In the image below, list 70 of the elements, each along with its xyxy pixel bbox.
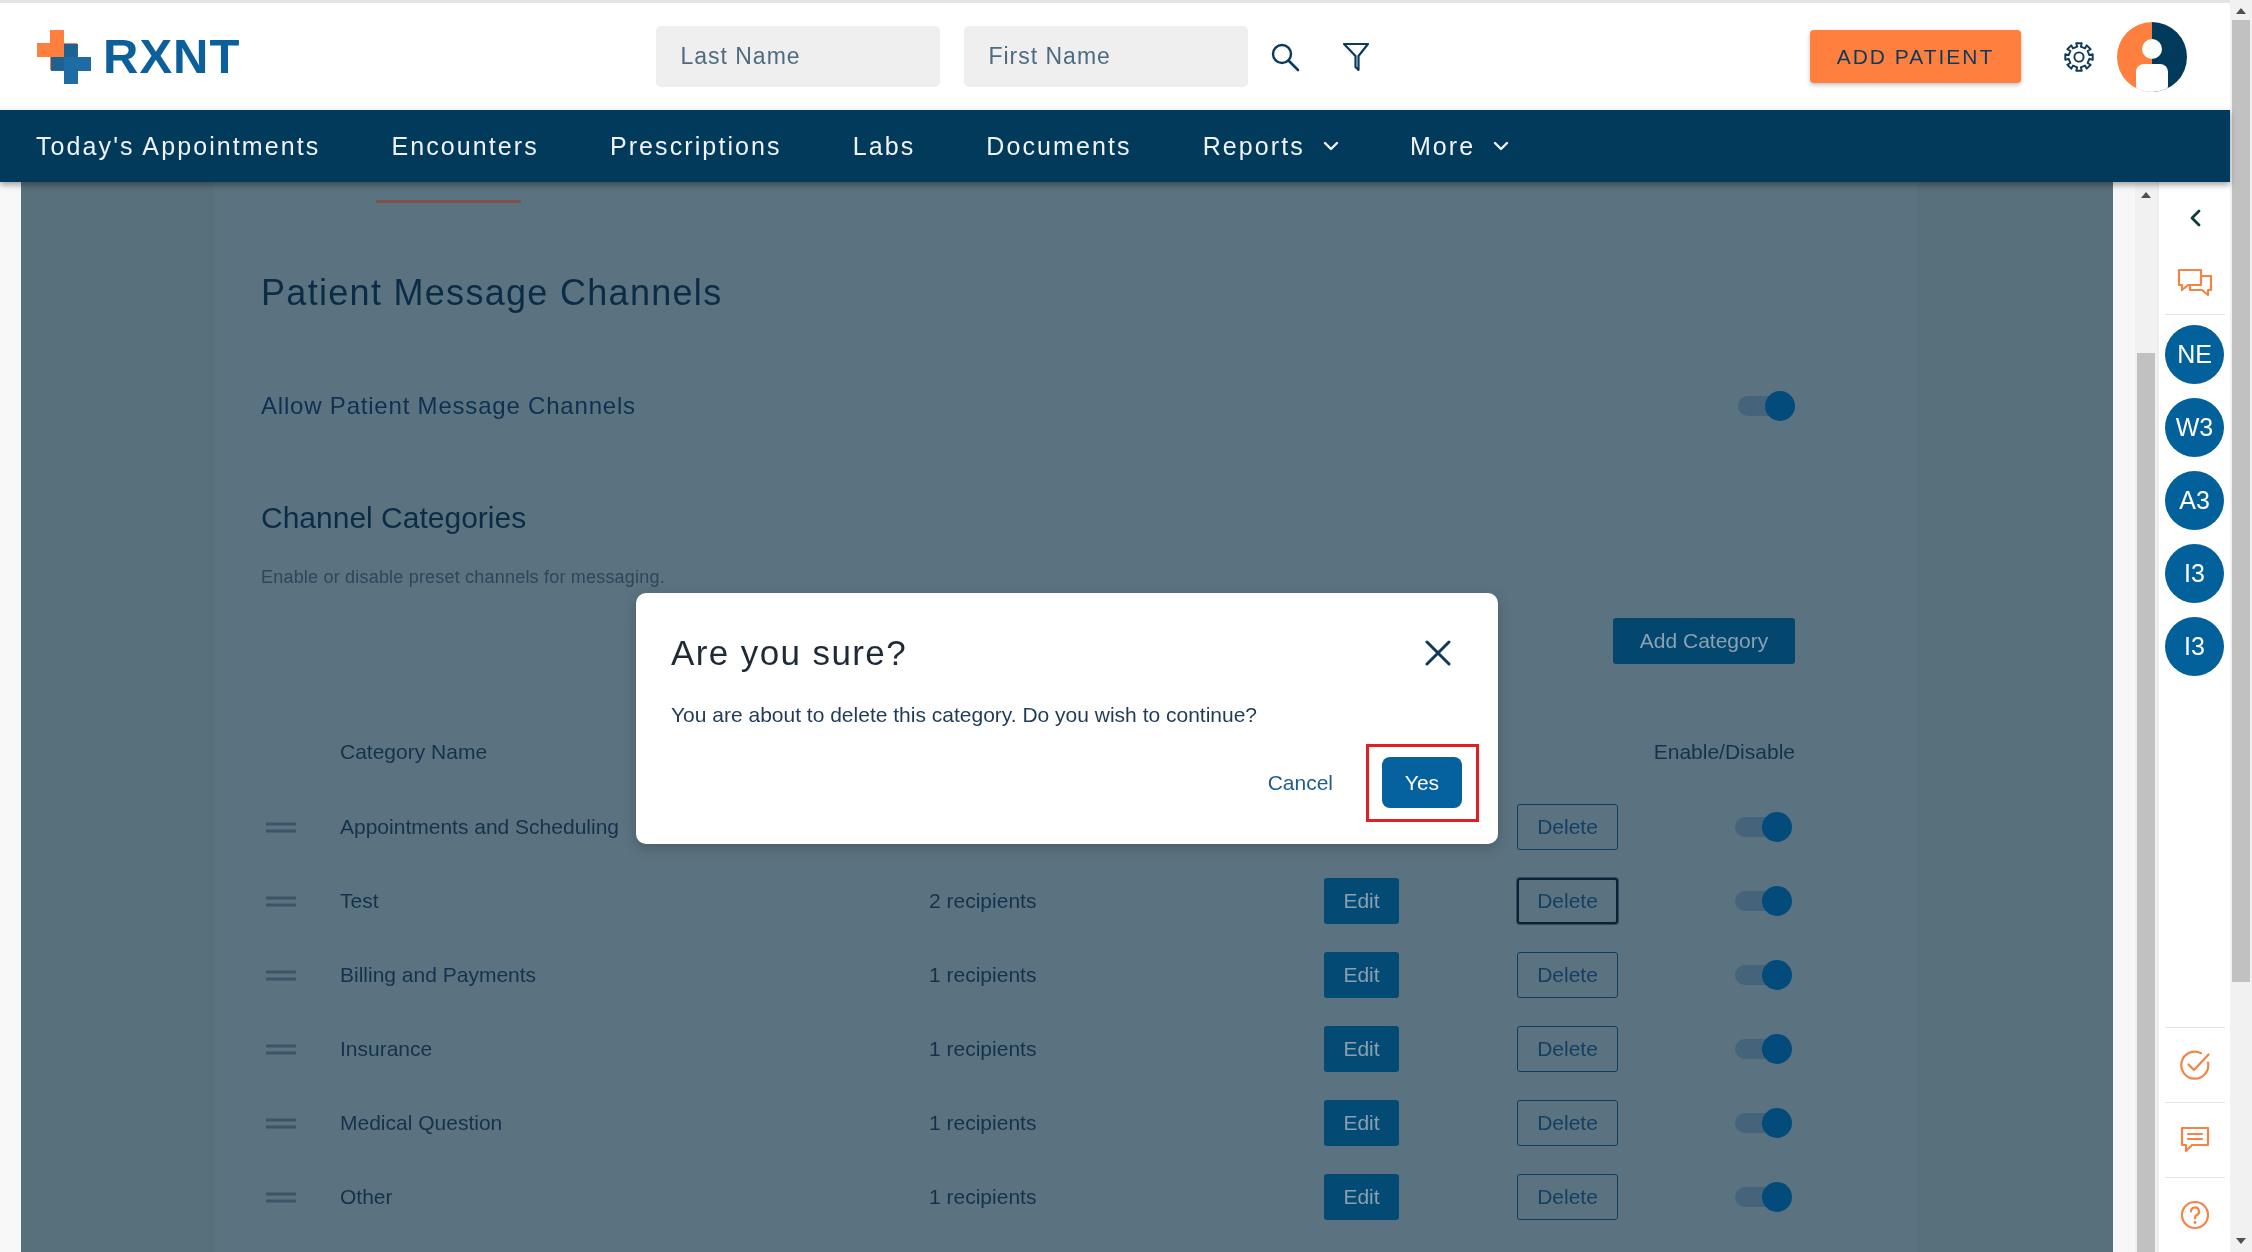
yes-button[interactable]: Yes [1382,757,1462,808]
category-name: Billing and Payments [340,963,537,987]
setting-label: Allow Patient Message Channels [261,392,636,420]
toggle-switch[interactable] [1735,1182,1792,1212]
settings-icon[interactable] [2063,40,2095,73]
section-title: Channel Categories [261,500,527,536]
edit-button[interactable]: Edit [1324,952,1399,998]
category-name: Other [340,1185,393,1209]
nav-link[interactable]: Encounters [391,131,539,161]
page-title: Patient Message Channels [261,271,723,315]
recipient-count: 1 recipients [929,963,1037,987]
chevron-left-icon[interactable] [2188,209,2201,227]
toggle-switch[interactable] [1735,812,1792,842]
category-name: Medical Question [340,1111,503,1135]
add-category-button[interactable]: Add Category [1613,618,1795,664]
close-icon[interactable] [1425,640,1451,666]
search-field[interactable]: Last Name [656,26,941,87]
drag-handle-icon[interactable] [266,1117,296,1129]
toggle-switch[interactable] [1738,391,1795,421]
user-initials-avatar[interactable]: I3 [2165,617,2224,676]
user-initials-avatar[interactable]: A3 [2165,471,2224,530]
avatar-icon[interactable] [2117,21,2187,92]
edit-button[interactable]: Edit [1324,1100,1399,1146]
dialog-title: Are you sure? [671,632,908,674]
help-icon[interactable] [2179,1200,2210,1230]
nav-link[interactable]: More [1409,131,1510,161]
nav-link[interactable]: Prescriptions [609,131,782,161]
nav-link[interactable]: Labs [852,131,916,161]
scroll-up-arrow-icon[interactable] [2236,8,2246,14]
dialog-message: You are about to delete this category. Do you wish to continue? [671,702,1258,728]
toggle-switch[interactable] [1735,960,1792,990]
user-initials-avatar[interactable]: I3 [2165,544,2224,603]
category-name: Appointments and Scheduling [340,815,620,839]
drag-handle-icon[interactable] [266,1043,296,1055]
filter-icon[interactable] [1342,41,1371,72]
column-header: Category Name [340,740,488,764]
toggle-switch[interactable] [1735,1108,1792,1138]
edit-button[interactable]: Edit [1324,1026,1399,1072]
scroll-down-arrow-icon[interactable] [2236,1238,2246,1244]
toggle-switch[interactable] [1735,1034,1792,1064]
scrollbar-thumb[interactable] [2137,353,2155,1252]
category-name: Insurance [340,1037,433,1061]
toggle-switch[interactable] [1735,886,1792,916]
column-header: Enable/Disable [1653,740,1795,764]
category-name: Test [340,889,379,913]
drag-handle-icon[interactable] [266,1191,296,1203]
scrollbar-thumb[interactable] [2232,20,2250,982]
recipient-count: 1 recipients [929,1037,1037,1061]
user-initials-avatar[interactable]: NE [2165,325,2224,384]
drag-handle-icon[interactable] [266,895,296,907]
recipient-count: 1 recipients [929,1185,1037,1209]
nav-link[interactable]: Documents [986,131,1132,161]
drag-handle-icon[interactable] [266,821,296,833]
drag-handle-icon[interactable] [266,969,296,981]
cancel-button[interactable]: Cancel [1267,771,1333,795]
edit-button[interactable]: Edit [1324,878,1399,924]
user-initials-avatar[interactable]: W3 [2165,398,2224,457]
add-patient-button[interactable]: ADD PATIENT [1810,30,2021,83]
recipient-count: 1 recipients [929,1111,1037,1135]
recipient-count: 2 recipients [929,889,1037,913]
cross-logo-icon [37,29,91,84]
message-icon[interactable] [2179,1126,2210,1154]
nav-link[interactable]: Reports [1202,131,1339,161]
nav-link[interactable]: Today's Appointments [36,131,321,161]
scroll-up-arrow-icon[interactable] [2141,192,2151,198]
search-icon[interactable] [1270,41,1301,72]
check-circle-icon[interactable] [2178,1049,2211,1081]
edit-button[interactable]: Edit [1324,1174,1399,1220]
logo-wordmark: RXNT [103,32,241,81]
search-field[interactable]: First Name [964,26,1249,87]
